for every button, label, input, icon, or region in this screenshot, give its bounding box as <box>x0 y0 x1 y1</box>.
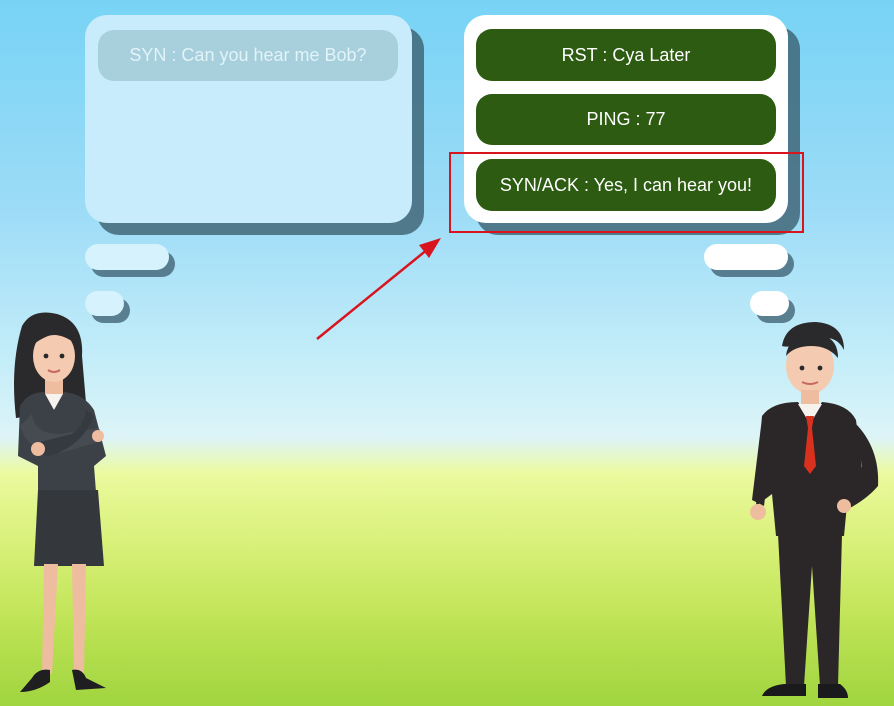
woman-character <box>14 312 106 692</box>
right-thought-dot-small <box>750 291 795 323</box>
option-synack-button[interactable]: SYN/ACK : Yes, I can hear you! <box>476 159 776 211</box>
option-ping-button[interactable]: PING : 77 <box>476 94 776 145</box>
right-thought-dot-large <box>704 244 794 277</box>
man-character <box>750 322 879 698</box>
option-rst-button[interactable]: RST : Cya Later <box>476 29 776 81</box>
game-scene: SYN : Can you hear me Bob? RST : Cya Lat… <box>0 0 894 706</box>
